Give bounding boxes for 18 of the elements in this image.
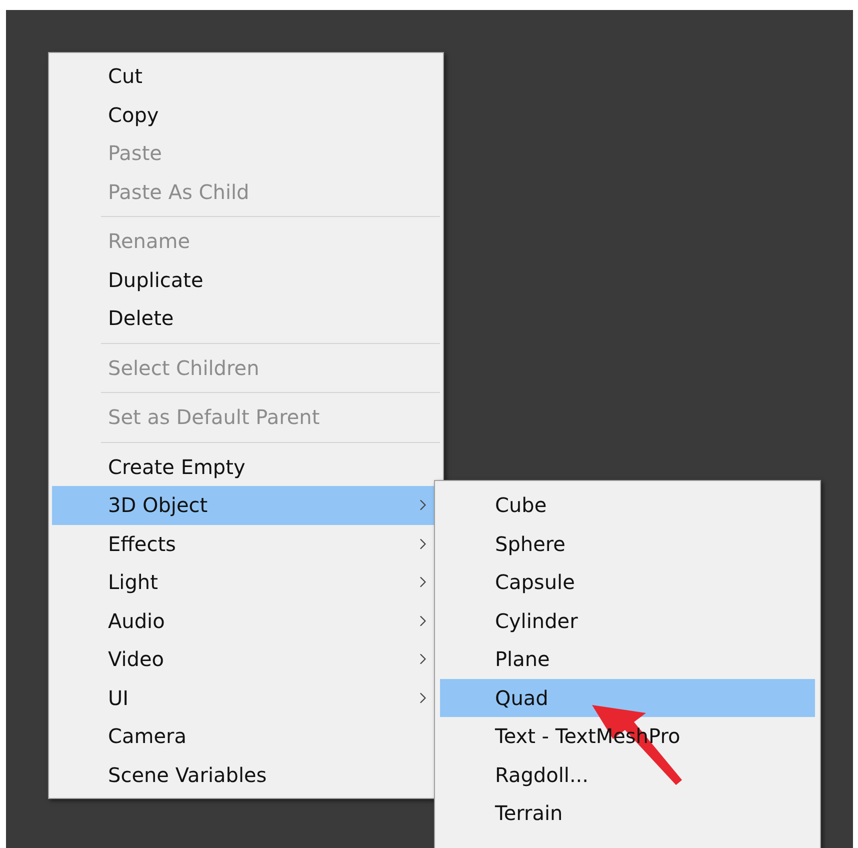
menu-item[interactable]: Cut (52, 57, 440, 96)
menu-item[interactable]: Cube (440, 486, 815, 524)
menu-item[interactable]: Terrain (440, 794, 815, 832)
menu-item[interactable]: Ragdoll... (440, 756, 815, 794)
menu-item[interactable]: Quad (440, 678, 815, 717)
menu-item[interactable]: Video (52, 640, 440, 678)
menu-item[interactable]: Copy (52, 96, 440, 134)
menu-item[interactable]: Effects (52, 524, 440, 563)
menu-item[interactable]: Cylinder (440, 602, 815, 640)
menu-item[interactable]: Audio (52, 602, 440, 640)
menu-item[interactable]: Create Empty (52, 448, 440, 486)
menu-item[interactable]: Delete (52, 299, 440, 338)
menu-item[interactable]: Capsule (440, 563, 815, 602)
menu-item[interactable]: UI (52, 678, 440, 717)
menu-item[interactable]: Duplicate (52, 260, 440, 299)
menu-item[interactable]: Light (52, 563, 440, 602)
menu-item[interactable]: Sphere (440, 524, 815, 563)
menu-item[interactable]: Plane (440, 640, 815, 678)
